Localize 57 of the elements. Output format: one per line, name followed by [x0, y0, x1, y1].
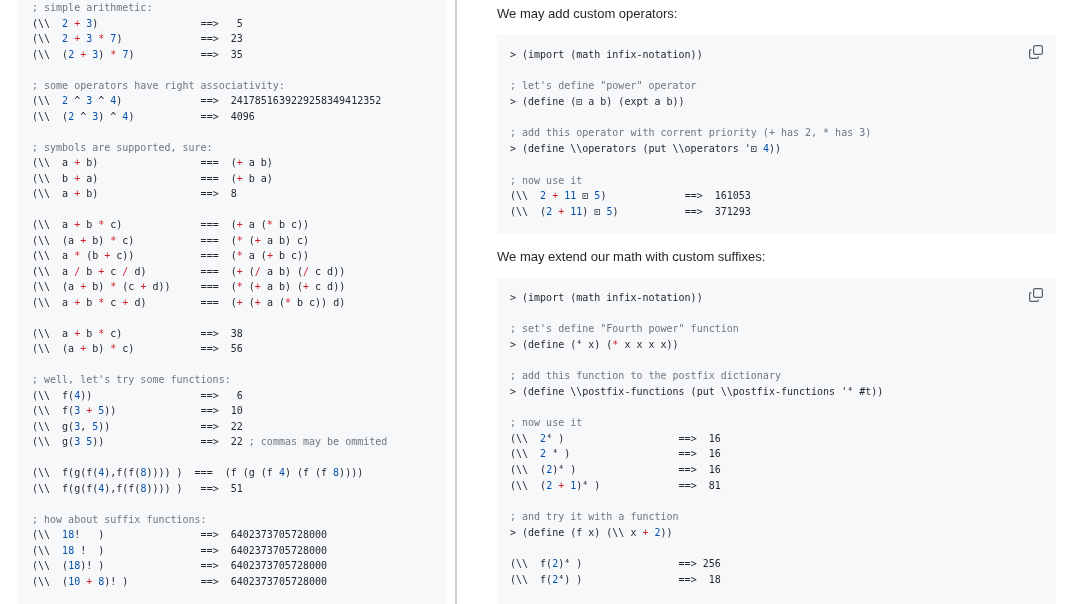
code-comment: ; now use it	[510, 416, 583, 431]
code-line: (\\ 2⁴ ) ==> 16	[510, 431, 721, 446]
code-line: (\\ g(3, 5)) ==> 22	[32, 419, 243, 434]
code-line: (\\ (18)! ) ==> 6402373705728000	[32, 559, 327, 573]
code-line: (\\ f(4)) ==> 6	[32, 388, 243, 403]
code-line: (\\ 2 + 3 * 7) ==> 23	[32, 32, 243, 46]
intro-text: We may add custom operators:	[497, 5, 678, 23]
code-line: (\\ (a + b) * c) ==> 56	[32, 342, 243, 356]
code-line: (\\ 2 + 11 ⊡ 5) ==> 161053	[510, 189, 751, 204]
code-line: (\\ (2 ^ 3) ^ 4) ==> 4096	[32, 109, 255, 124]
code-line: (\\ f(3 + 5)) ==> 10	[32, 404, 243, 418]
code-comment: ; and try it with a function	[510, 510, 679, 525]
code-line: > (define (⊡ a b) (expt a b))	[510, 95, 685, 110]
code-line: (\\ (10 + 8)! ) ==> 6402373705728000	[32, 574, 328, 589]
code-line: (\\ a + b) ==> 8	[32, 187, 237, 201]
code-line: > (define \\postfix-functions (put \\postfix-functions '⁴ #t))	[510, 384, 884, 399]
code-line: > (define (f x) (\\ x + 2))	[510, 525, 673, 540]
code-line: > (define (⁴ x) (* x x x x))	[510, 337, 679, 352]
code-comment: ; symbols are supported, sure:	[32, 140, 213, 155]
copy-icon[interactable]	[1029, 45, 1043, 59]
code-line: (\\ a * (b + c)) === (* a (+ b c))	[32, 249, 310, 263]
code-line: > (define \\operators (put \\operators '⊡ 4))	[510, 142, 781, 157]
code-line: (\\ f(2⁴) ) ==> 18	[510, 572, 721, 587]
code-line: (\\ 2 ⁴ ) ==> 16	[510, 447, 721, 462]
code-line: (\\ (a + b) * (c + d)) === (* (+ a b) (+ c d))	[32, 280, 346, 294]
code-comment: ; some operators have right associativity:	[32, 78, 285, 93]
code-line: (\\ f(2)⁴ ) ==> 256	[510, 557, 721, 572]
code-line: (\\ (2 + 11) ⊡ 5) ==> 371293	[510, 204, 751, 219]
code-comment: ; simple arithmetic:	[32, 1, 153, 15]
copy-icon[interactable]	[1029, 287, 1043, 302]
intro-text: We may extend our math with custom suffixes:	[497, 247, 766, 266]
code-line: (\\ a + b) === (+ a b)	[32, 156, 273, 170]
code-line: (\\ g(3 5)) ==> 22 ; commas may be ommited	[32, 435, 388, 449]
code-line: (\\ 18! ) ==> 6402373705728000	[32, 528, 328, 542]
code-comment: ; how about suffix functions:	[32, 512, 207, 527]
code-line: (\\ (2 + 3) * 7) ==> 35	[32, 47, 243, 62]
code-comment: ; let's define "power" operator	[510, 79, 697, 94]
code-line: (\\ a / b + c / d) === (+ (/ a b) (/ c d))	[32, 264, 346, 279]
code-line: (\\ a + b * c) ==> 38	[32, 326, 243, 341]
code-line: (\\ 2 ^ 3 ^ 4) ==> 2417851639229258349412352	[32, 94, 382, 108]
code-line: (\\ 18 ! ) ==> 6402373705728000	[32, 543, 328, 558]
code-comment: ; add this operator with corrent priority (+ has 2, * has 3)	[510, 126, 872, 141]
code-line: (\\ (2)⁴ ) ==> 16	[510, 463, 721, 478]
code-comment: ; add this function to the postfix dictionary	[510, 369, 781, 383]
code-line: (\\ a + b * c) === (+ a (* b c))	[32, 218, 309, 232]
code-line: (\\ f(g(f(4),f(f(8)))) ) === (f (g (f 4) (f (f 8))))	[32, 466, 364, 480]
code-line: (\\ 2 + 3) ==> 5	[32, 16, 243, 31]
code-line: (\\ (2 + 1)⁴ ) ==> 81	[510, 478, 721, 493]
code-line: (\\ f(g(f(4),f(f(8)))) ) ==> 51	[32, 481, 243, 496]
code-comment: ; set's define "Fourth power" function	[510, 321, 739, 336]
code-line: (\\ (a + b) * c) === (* (+ a b) c)	[32, 233, 310, 248]
code-line: (\\ a + b * c + d) === (+ (+ a (* b c)) d)	[32, 295, 346, 310]
code-comment: ; now use it	[510, 173, 583, 188]
code-comment: ; well, let's try some functions:	[32, 373, 231, 387]
code-line: > (import (math infix-notation))	[510, 48, 703, 62]
code-line: > (import (math infix-notation))	[510, 290, 703, 305]
code-line: (\\ b + a) === (+ b a)	[32, 171, 273, 186]
